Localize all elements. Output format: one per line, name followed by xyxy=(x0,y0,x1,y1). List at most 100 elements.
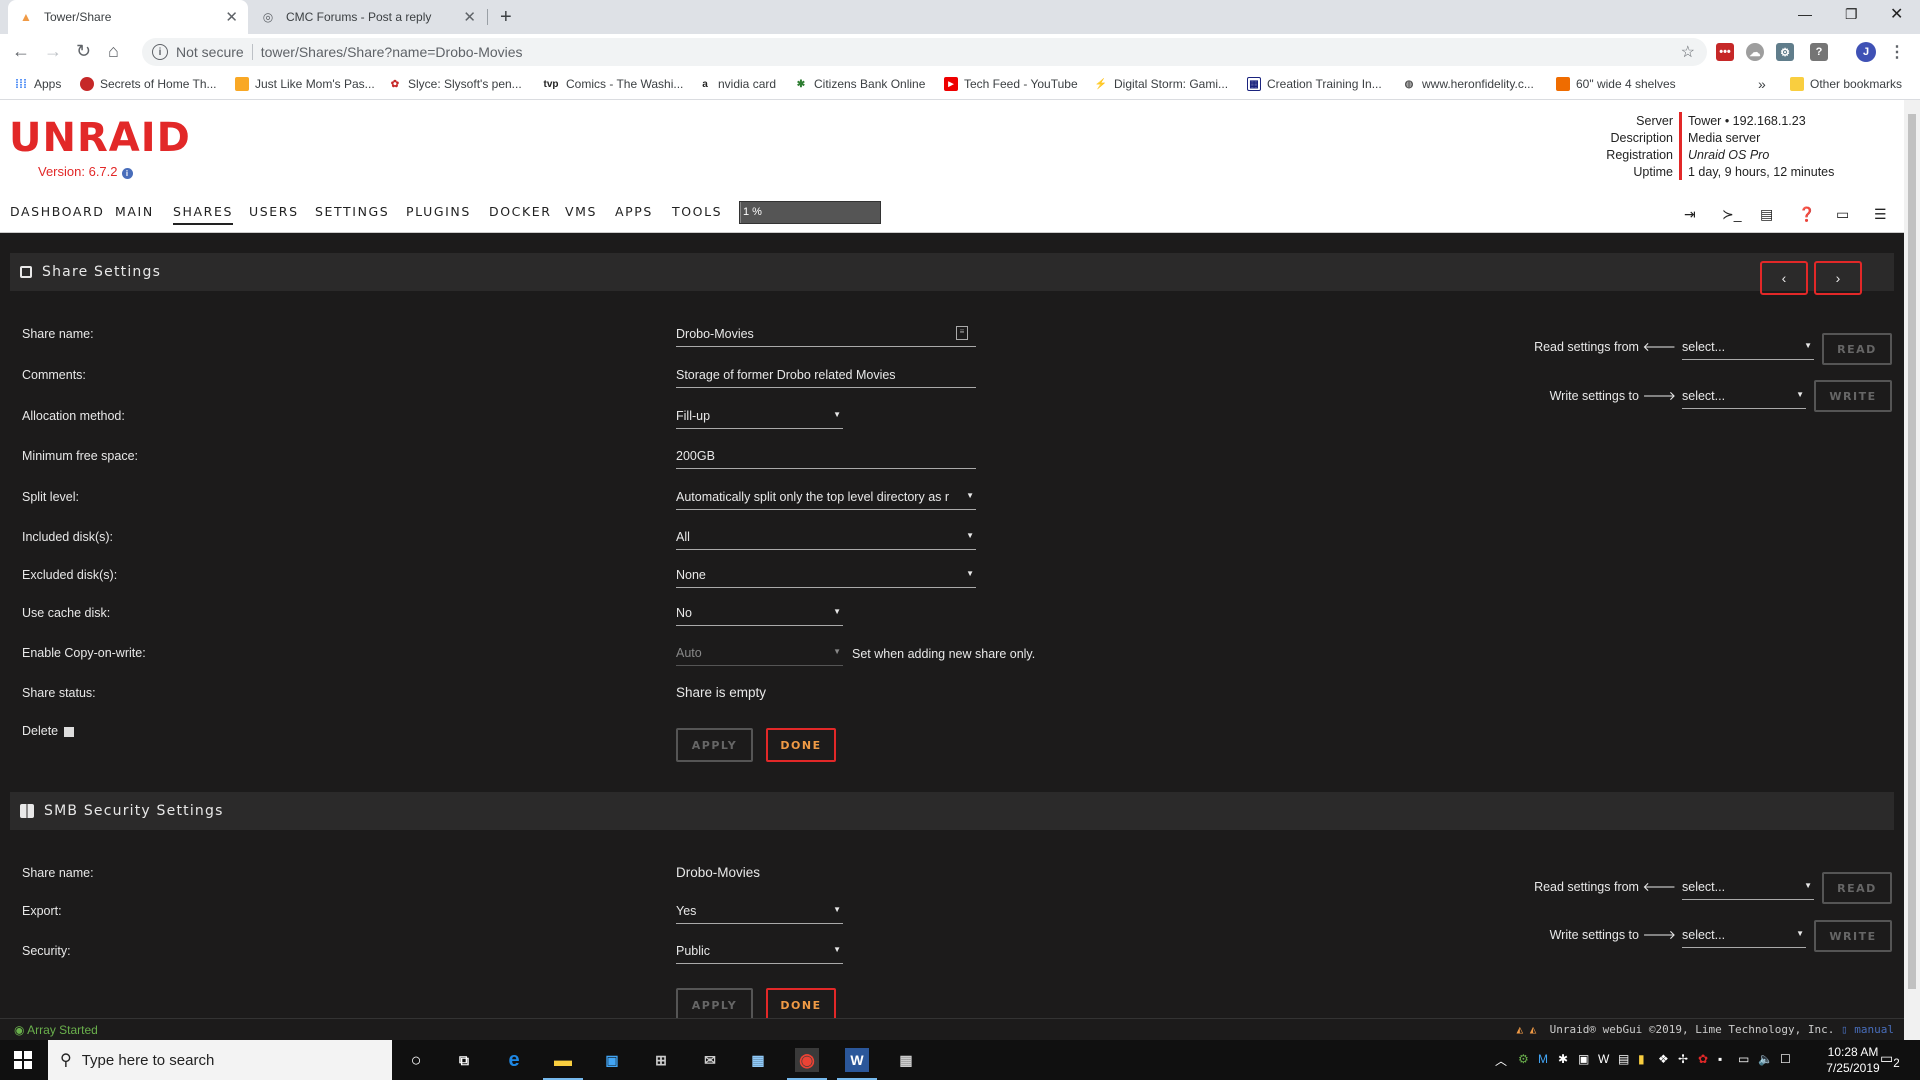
done-button[interactable]: DONE xyxy=(766,728,836,762)
bookmark-item[interactable]: ✱ Citizens Bank Online xyxy=(794,70,926,98)
read-button[interactable]: READ xyxy=(1822,333,1892,365)
edge-icon[interactable]: e xyxy=(502,1048,526,1072)
read-settings-select[interactable]: select... xyxy=(1682,340,1814,360)
previous-share-button[interactable]: ‹ xyxy=(1760,261,1808,295)
smb-read-settings-select[interactable]: select... xyxy=(1682,880,1814,900)
tray-language-icon[interactable]: ☐ xyxy=(1780,1052,1791,1066)
window-close-icon[interactable]: ✕ xyxy=(1890,4,1903,24)
profile-avatar[interactable]: J xyxy=(1856,42,1876,62)
bookmark-item[interactable]: a nvidia card xyxy=(698,70,776,98)
write-settings-select[interactable]: select... xyxy=(1682,389,1806,409)
notification-icon[interactable]: ▭2 xyxy=(1880,1050,1900,1070)
url-text[interactable]: tower/Shares/Share?name=Drobo-Movies xyxy=(261,44,523,60)
smb-write-settings-select[interactable]: select... xyxy=(1682,928,1806,948)
bookmark-item[interactable]: ◍ www.heronfidelity.c... xyxy=(1402,70,1534,98)
tray-app-icon[interactable]: ✿ xyxy=(1698,1052,1708,1066)
allocation-method-select[interactable]: Fill-up xyxy=(676,409,843,429)
tab-cmc-forums[interactable]: ◎ CMC Forums - Post a reply ✕ xyxy=(250,0,486,34)
clipboard-icon[interactable]: ≡ xyxy=(956,326,968,340)
bookmark-item[interactable]: Just Like Mom's Pas... xyxy=(235,70,375,98)
cortana-icon[interactable]: ○ xyxy=(404,1048,428,1072)
photos-icon[interactable]: ▦ xyxy=(746,1048,770,1072)
close-tab-icon[interactable]: ✕ xyxy=(225,8,238,26)
chrome-icon[interactable]: ◉ xyxy=(787,1048,827,1080)
calculator-icon[interactable]: ▦ xyxy=(894,1048,918,1072)
close-tab-icon[interactable]: ✕ xyxy=(463,8,476,26)
browser-menu-icon[interactable]: ⋮ xyxy=(1888,43,1906,61)
bookmark-item[interactable]: 60" wide 4 shelves xyxy=(1556,70,1676,98)
share-name-input[interactable]: Drobo-Movies xyxy=(676,327,976,347)
address-bar[interactable]: i Not secure tower/Shares/Share?name=Dro… xyxy=(142,38,1707,66)
bookmark-star-icon[interactable]: ☆ xyxy=(1681,42,1695,62)
menu-apps[interactable]: APPS xyxy=(615,204,653,219)
bookmark-item[interactable]: tvp Comics - The Washi... xyxy=(542,70,684,98)
home-icon[interactable]: ⌂ xyxy=(108,42,119,60)
excluded-disks-select[interactable]: None xyxy=(676,568,976,588)
back-icon[interactable]: ← xyxy=(12,42,30,60)
monitor-icon[interactable]: ▭ xyxy=(1836,206,1849,223)
next-share-button[interactable]: › xyxy=(1814,261,1862,295)
bookmark-item[interactable]: ▶ Tech Feed - YouTube xyxy=(944,70,1078,98)
delete-checkbox[interactable] xyxy=(64,727,74,737)
menu-docker[interactable]: DOCKER xyxy=(489,204,552,219)
forward-icon[interactable]: → xyxy=(44,42,62,60)
smb-done-button[interactable]: DONE xyxy=(766,988,836,1018)
included-disks-select[interactable]: All xyxy=(676,530,976,550)
mail-icon[interactable]: ✉ xyxy=(698,1048,722,1072)
comments-input[interactable]: Storage of former Drobo related Movies xyxy=(676,368,976,388)
windows-start-icon[interactable] xyxy=(14,1051,32,1069)
bookmark-item[interactable]: ✿ Slyce: Slysoft's pen... xyxy=(388,70,522,98)
help-extension-icon[interactable]: ? xyxy=(1810,43,1828,61)
write-button[interactable]: WRITE xyxy=(1814,380,1892,412)
split-level-select[interactable]: Automatically split only the top level d… xyxy=(676,490,976,510)
extension-icon[interactable]: ⚙ xyxy=(1776,43,1794,61)
menu-shares[interactable]: SHARES xyxy=(173,204,234,225)
restore-icon[interactable]: ❐ xyxy=(1845,6,1858,23)
tray-wifi-icon[interactable]: ▭ xyxy=(1738,1052,1749,1066)
info-icon[interactable]: i xyxy=(121,168,133,179)
menu-settings[interactable]: SETTINGS xyxy=(315,204,389,219)
file-explorer-icon[interactable]: ▬ xyxy=(543,1048,583,1080)
tray-network-icon[interactable]: ✱ xyxy=(1558,1052,1568,1066)
word-icon[interactable]: W xyxy=(837,1048,877,1080)
tray-malwarebytes-icon[interactable]: M xyxy=(1538,1052,1548,1066)
tray-dropbox-icon[interactable]: ❖ xyxy=(1658,1052,1669,1066)
task-view-icon[interactable]: ⧉ xyxy=(452,1048,476,1072)
logout-icon[interactable]: ⇥ xyxy=(1684,206,1696,223)
taskbar-search[interactable]: ⚲ Type here to search xyxy=(48,1040,392,1080)
apply-button[interactable]: APPLY xyxy=(676,728,753,762)
tray-app-icon[interactable]: ✢ xyxy=(1678,1052,1688,1066)
other-bookmarks[interactable]: Other bookmarks xyxy=(1790,70,1902,98)
scrollbar-thumb[interactable] xyxy=(1908,114,1916,989)
store-icon[interactable]: ⊞ xyxy=(649,1048,673,1072)
menu-tools[interactable]: TOOLS xyxy=(672,204,722,219)
smb-apply-button[interactable]: APPLY xyxy=(676,988,753,1018)
bookmark-item[interactable]: Secrets of Home Th... xyxy=(80,70,217,98)
taskbar-clock[interactable]: 10:28 AM 7/25/2019 xyxy=(1818,1044,1888,1076)
security-select[interactable]: Public xyxy=(676,944,843,964)
cloud-extension-icon[interactable]: ☁ xyxy=(1746,43,1764,61)
lastpass-extension-icon[interactable]: ••• xyxy=(1716,43,1734,61)
reload-icon[interactable]: ↻ xyxy=(76,42,91,60)
page-scrollbar[interactable] xyxy=(1904,100,1920,1040)
use-cache-disk-select[interactable]: No xyxy=(676,606,843,626)
tray-app-icon[interactable]: W xyxy=(1598,1052,1609,1066)
smb-read-button[interactable]: READ xyxy=(1822,872,1892,904)
bookmarks-overflow-icon[interactable]: » xyxy=(1758,70,1766,98)
menu-lines-icon[interactable]: ☰ xyxy=(1874,206,1887,223)
tab-tower-share[interactable]: ▲ Tower/Share ✕ xyxy=(8,0,248,34)
bookmark-item[interactable]: ⚡ Digital Storm: Gami... xyxy=(1094,70,1228,98)
menu-users[interactable]: USERS xyxy=(249,204,299,219)
tray-app-icon[interactable]: ⚙ xyxy=(1518,1052,1529,1066)
bookmark-apps[interactable]: ⁞⁞⁞ Apps xyxy=(14,70,61,98)
new-tab-icon[interactable]: + xyxy=(500,6,512,29)
tray-overflow-icon[interactable]: ︿ xyxy=(1495,1052,1507,1069)
terminal-icon[interactable]: ≻_ xyxy=(1722,206,1742,223)
manual-link[interactable]: ▯ manual xyxy=(1841,1023,1894,1036)
menu-main[interactable]: MAIN xyxy=(115,204,154,219)
tray-app-icon[interactable]: ▮ xyxy=(1638,1052,1645,1066)
tray-app-icon[interactable]: ▪ xyxy=(1718,1052,1722,1066)
unraid-logo[interactable]: UNRAID xyxy=(9,118,191,158)
help-icon[interactable]: ❓ xyxy=(1798,206,1815,223)
export-select[interactable]: Yes xyxy=(676,904,843,924)
